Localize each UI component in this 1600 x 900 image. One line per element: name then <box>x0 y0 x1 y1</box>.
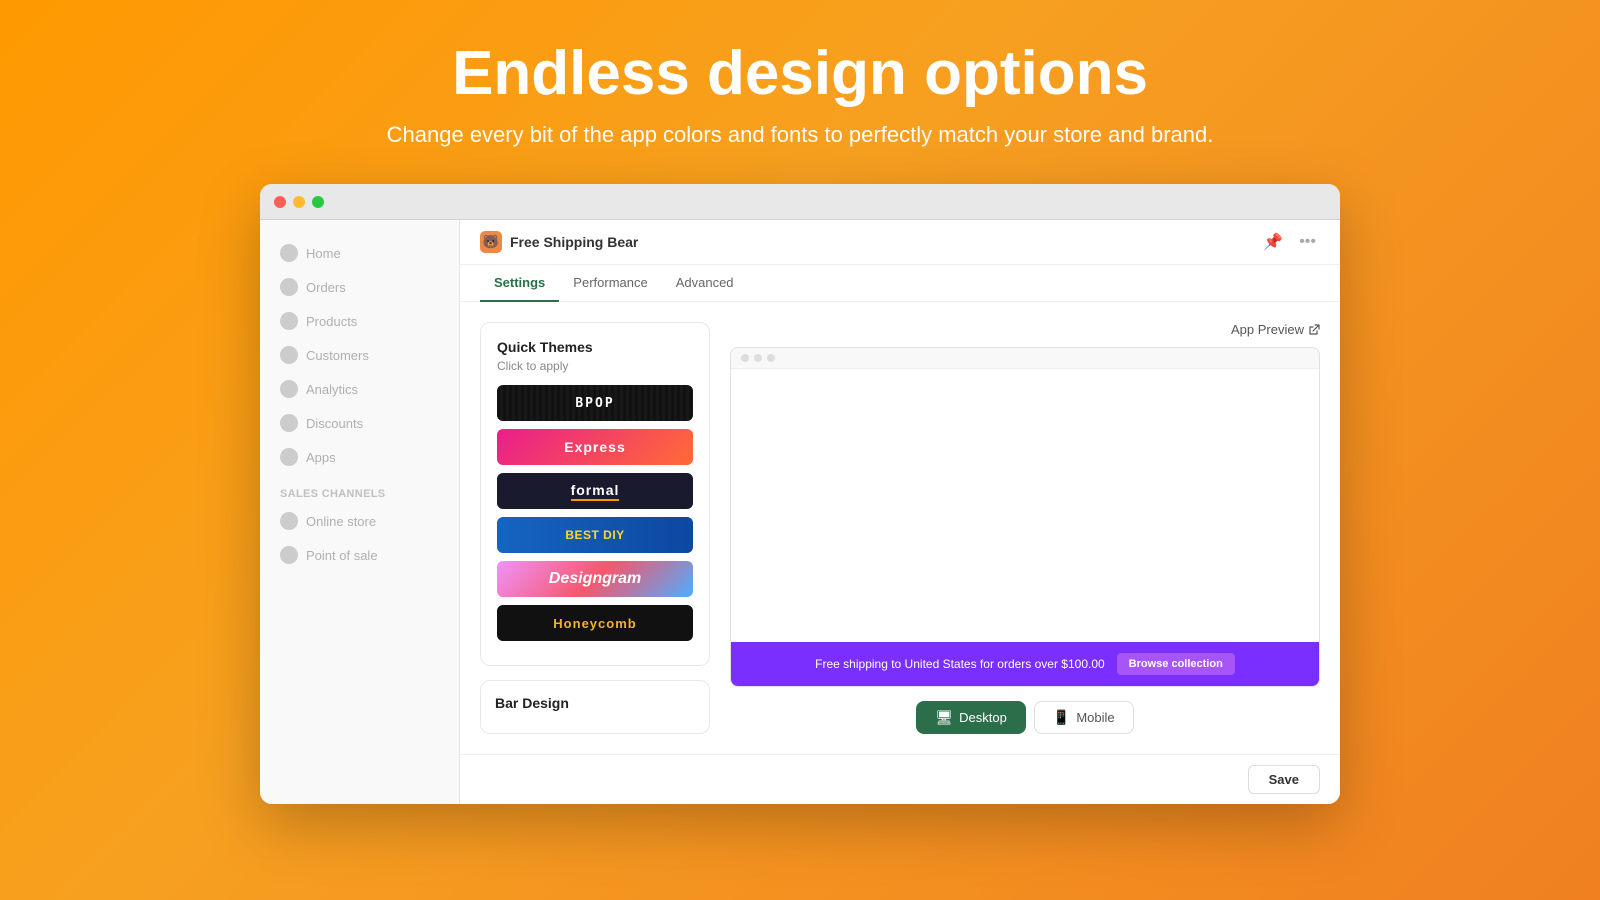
left-panel: Quick Themes Click to apply BPOP Express <box>480 322 710 734</box>
sidebar-item-analytics[interactable]: Analytics <box>260 372 459 406</box>
app-name: Free Shipping Bear <box>510 234 638 250</box>
app-footer: Save <box>460 754 1340 804</box>
sidebar-avatar-pos <box>280 546 298 564</box>
sidebar-avatar-apps <box>280 448 298 466</box>
sidebar-item-customers[interactable]: Customers <box>260 338 459 372</box>
main-content: 🐻 Free Shipping Bear 📌 ••• Settings Perf… <box>460 220 1340 804</box>
theme-designgram-label: Designgram <box>549 570 641 588</box>
quick-themes-title: Quick Themes <box>497 339 693 355</box>
bear-icon: 🐻 <box>483 234 499 250</box>
sidebar-avatar-online-store <box>280 512 298 530</box>
close-dot <box>274 196 286 208</box>
sidebar-avatar-products <box>280 312 298 330</box>
minimize-dot <box>293 196 305 208</box>
theme-bpop[interactable]: BPOP <box>497 385 693 421</box>
sidebar-avatar-analytics <box>280 380 298 398</box>
preview-dot-3 <box>767 354 775 362</box>
preview-content: Free shipping to United States for order… <box>731 369 1319 686</box>
sidebar-item-home[interactable]: Home <box>260 236 459 270</box>
theme-express[interactable]: Express <box>497 429 693 465</box>
sidebar-label-customers: Customers <box>306 348 369 363</box>
preview-dot-1 <box>741 354 749 362</box>
shipping-bar-text: Free shipping to United States for order… <box>815 657 1105 671</box>
tab-advanced[interactable]: Advanced <box>662 265 748 302</box>
sidebar-item-products[interactable]: Products <box>260 304 459 338</box>
mobile-toggle-button[interactable]: 📱 Mobile <box>1034 701 1134 734</box>
desktop-icon: 🖥 <box>935 709 953 726</box>
hero-title: Endless design options <box>452 40 1148 108</box>
preview-dot-2 <box>754 354 762 362</box>
app-header: 🐻 Free Shipping Bear 📌 ••• <box>460 220 1340 265</box>
app-preview-label: App Preview <box>1231 322 1304 337</box>
sidebar-label-products: Products <box>306 314 357 329</box>
sidebar-item-pos[interactable]: Point of sale <box>260 538 459 572</box>
save-button[interactable]: Save <box>1248 765 1320 794</box>
quick-themes-subtitle: Click to apply <box>497 359 693 373</box>
sidebar-label-pos: Point of sale <box>306 548 378 563</box>
theme-express-label: Express <box>564 439 625 455</box>
sidebar-item-apps[interactable]: Apps <box>260 440 459 474</box>
tab-performance[interactable]: Performance <box>559 265 661 302</box>
sidebar-label-apps: Apps <box>306 450 336 465</box>
shipping-bar: Free shipping to United States for order… <box>731 642 1319 686</box>
sidebar: Home Orders Products Customers Analytics… <box>260 220 460 804</box>
more-button[interactable]: ••• <box>1295 231 1320 253</box>
right-panel: App Preview <box>730 322 1320 734</box>
sidebar-section-label: SALES CHANNELS <box>260 474 459 504</box>
tabs-row: Settings Performance Advanced <box>460 265 1340 302</box>
content-area: Quick Themes Click to apply BPOP Express <box>460 302 1340 754</box>
sidebar-avatar-orders <box>280 278 298 296</box>
desktop-toggle-label: Desktop <box>959 710 1007 725</box>
view-toggle: 🖥 Desktop 📱 Mobile <box>730 701 1320 734</box>
maximize-dot <box>312 196 324 208</box>
tab-settings[interactable]: Settings <box>480 265 559 302</box>
app-title-row: 🐻 Free Shipping Bear <box>480 231 638 253</box>
mobile-toggle-label: Mobile <box>1076 710 1114 725</box>
sidebar-avatar-home <box>280 244 298 262</box>
browser-window: Home Orders Products Customers Analytics… <box>260 184 1340 804</box>
hero-subtitle: Change every bit of the app colors and f… <box>387 122 1214 148</box>
bar-design-card: Bar Design <box>480 680 710 734</box>
theme-designgram[interactable]: Designgram <box>497 561 693 597</box>
sidebar-label-home: Home <box>306 246 341 261</box>
bar-design-title: Bar Design <box>495 695 695 711</box>
preview-browser-bar <box>731 348 1319 369</box>
sidebar-item-online-store[interactable]: Online store <box>260 504 459 538</box>
theme-formal[interactable]: formal <box>497 473 693 509</box>
sidebar-avatar-customers <box>280 346 298 364</box>
external-link-icon <box>1308 324 1320 336</box>
mobile-icon: 📱 <box>1053 709 1070 726</box>
theme-honeycomb[interactable]: Honeycomb <box>497 605 693 641</box>
theme-bestdiy-label: BEST DIY <box>565 528 624 542</box>
desktop-toggle-button[interactable]: 🖥 Desktop <box>916 701 1025 734</box>
sidebar-label-online-store: Online store <box>306 514 376 529</box>
pin-button[interactable]: 📌 <box>1259 230 1287 254</box>
sidebar-avatar-discounts <box>280 414 298 432</box>
theme-bpop-label: BPOP <box>575 396 614 411</box>
quick-themes-card: Quick Themes Click to apply BPOP Express <box>480 322 710 666</box>
sidebar-item-discounts[interactable]: Discounts <box>260 406 459 440</box>
sidebar-item-orders[interactable]: Orders <box>260 270 459 304</box>
app-icon: 🐻 <box>480 231 502 253</box>
preview-header: App Preview <box>730 322 1320 337</box>
browse-collection-button[interactable]: Browse collection <box>1117 653 1235 675</box>
browser-body: Home Orders Products Customers Analytics… <box>260 220 1340 804</box>
preview-browser: Free shipping to United States for order… <box>730 347 1320 687</box>
sidebar-label-discounts: Discounts <box>306 416 363 431</box>
browser-titlebar <box>260 184 1340 220</box>
header-actions: 📌 ••• <box>1259 230 1320 254</box>
theme-honeycomb-label: Honeycomb <box>553 616 636 631</box>
sidebar-label-orders: Orders <box>306 280 346 295</box>
theme-bestdiy[interactable]: BEST DIY <box>497 517 693 553</box>
sidebar-label-analytics: Analytics <box>306 382 358 397</box>
app-preview-link[interactable]: App Preview <box>1231 322 1320 337</box>
theme-formal-label: formal <box>571 482 620 501</box>
